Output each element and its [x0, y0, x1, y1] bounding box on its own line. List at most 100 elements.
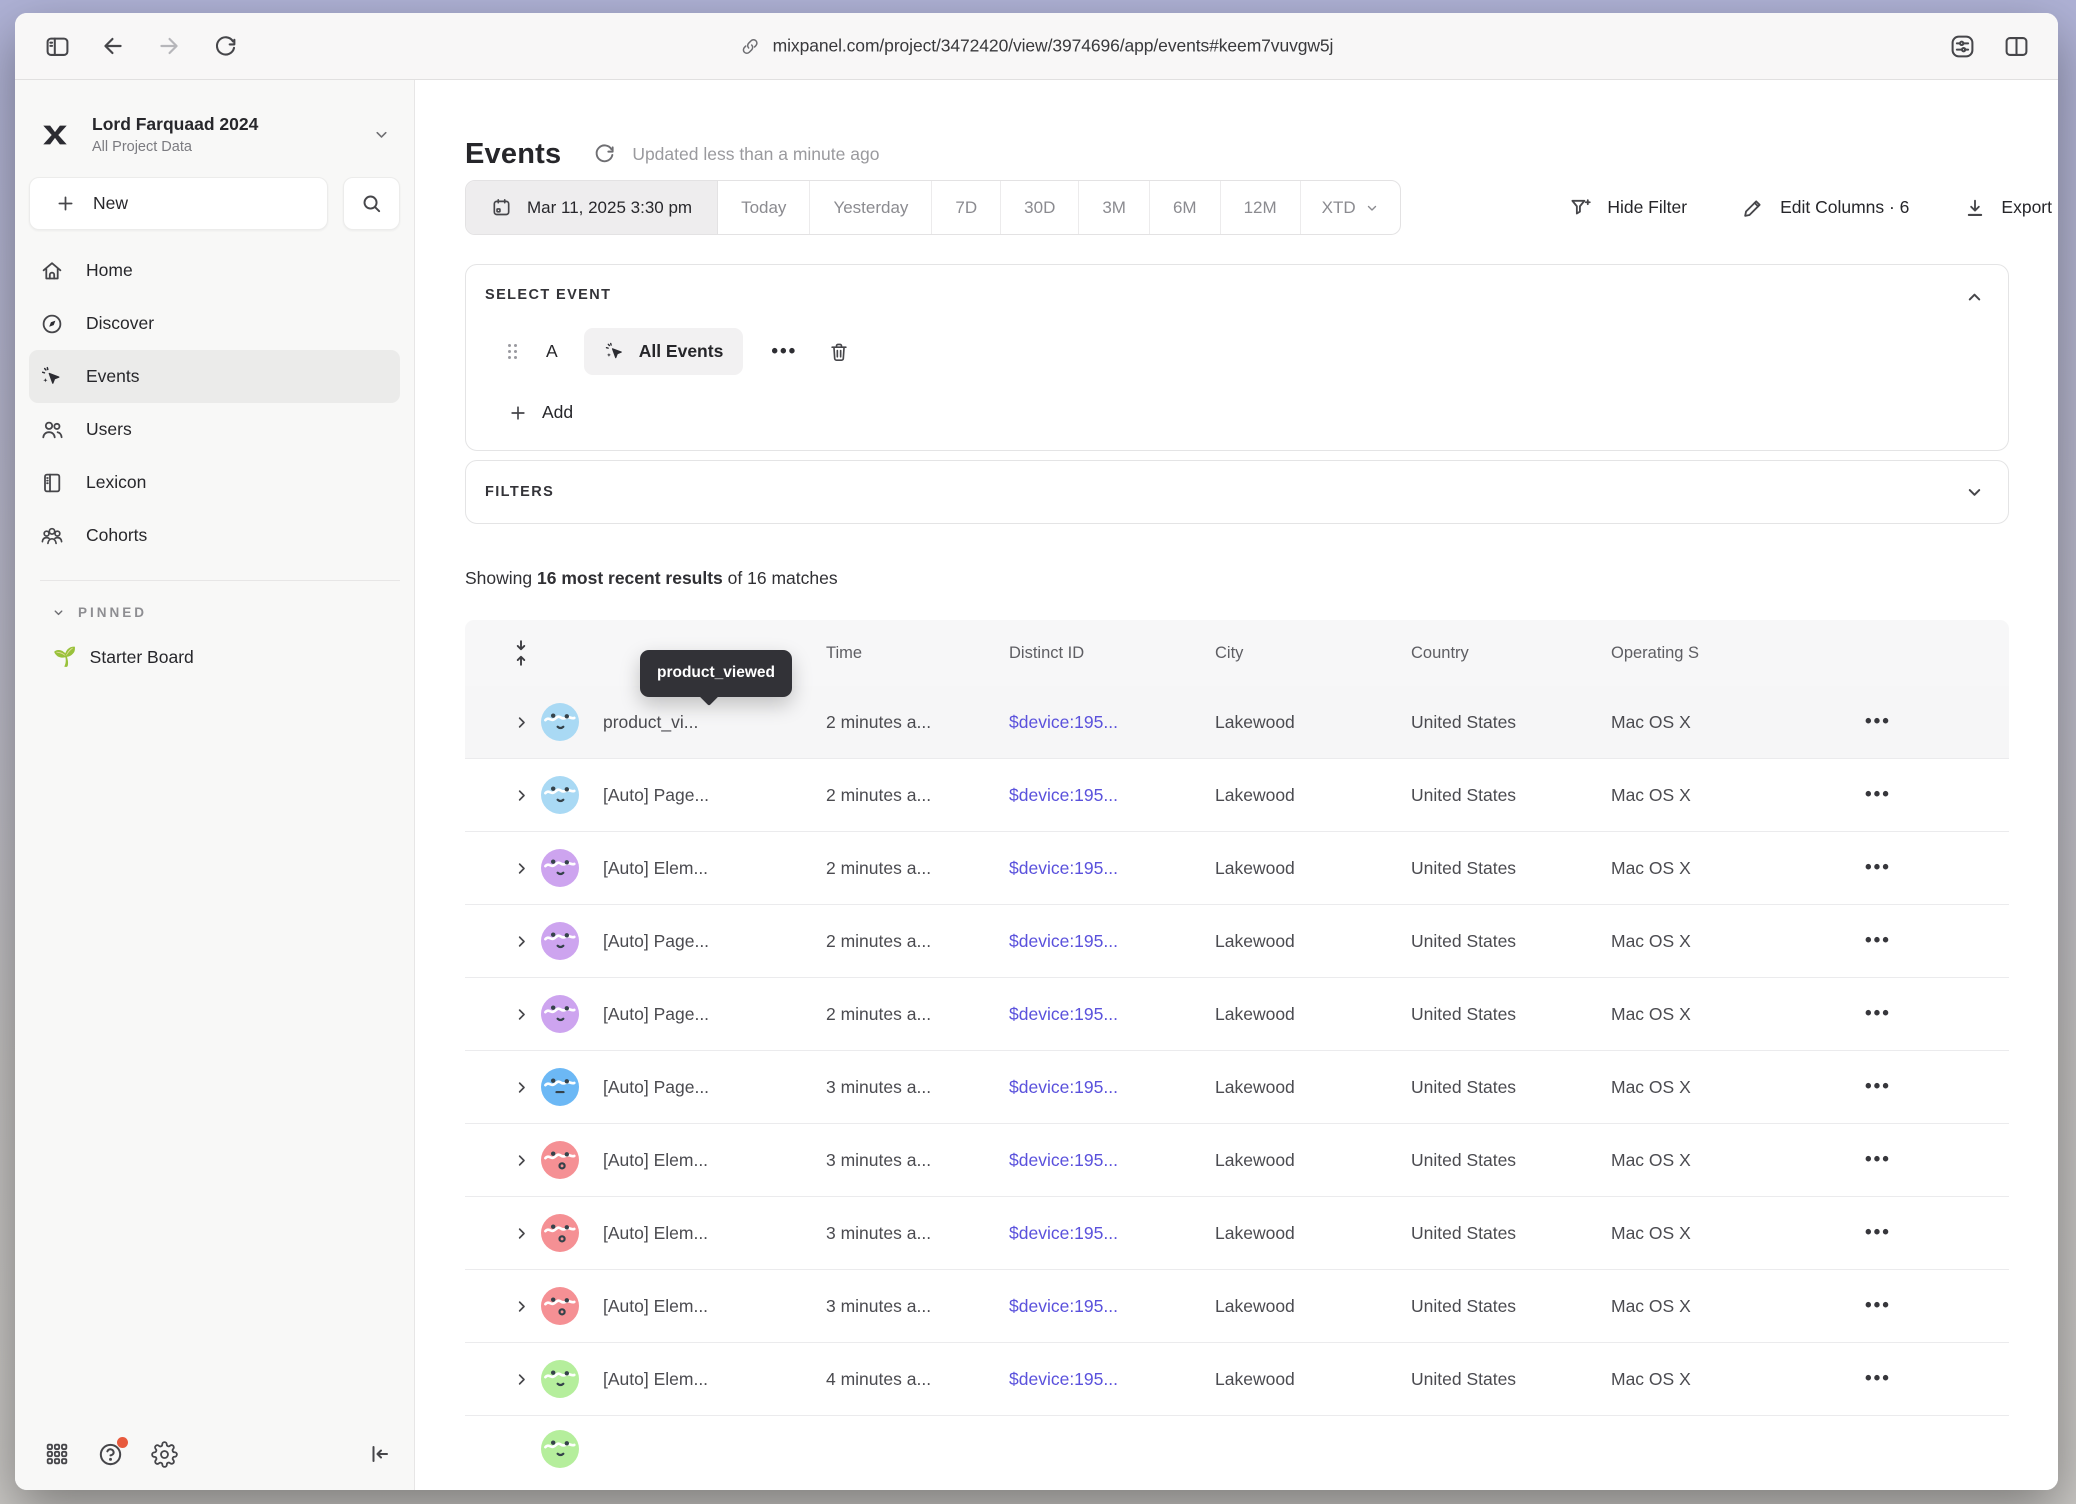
table-row[interactable]: [Auto] Page...2 minutes a...$device:195.… [465, 978, 2009, 1051]
edit-columns-button[interactable]: Edit Columns · 6 [1742, 196, 1909, 219]
row-actions-button[interactable]: ••• [1833, 930, 2009, 952]
split-view-icon[interactable] [2000, 30, 2032, 62]
row-expand-chevron[interactable] [501, 1372, 541, 1387]
table-row[interactable]: [Auto] Elem...3 minutes a...$device:195.… [465, 1270, 2009, 1343]
preset-3m[interactable]: 3M [1079, 181, 1150, 234]
preset-today[interactable]: Today [718, 181, 810, 234]
city-cell: Lakewood [1215, 1077, 1411, 1098]
distinct-id-link[interactable]: $device:195... [1009, 1150, 1215, 1171]
distinct-id-link[interactable]: $device:195... [1009, 1296, 1215, 1317]
event-name-cell: [Auto] Page... [603, 1077, 826, 1098]
column-header-operating-s[interactable]: Operating S [1611, 644, 1833, 663]
row-actions-button[interactable]: ••• [1833, 857, 2009, 879]
distinct-id-link[interactable]: $device:195... [1009, 931, 1215, 952]
delete-event-icon[interactable] [828, 341, 850, 363]
distinct-id-link[interactable]: $device:195... [1009, 858, 1215, 879]
drag-handle-icon[interactable] [506, 342, 519, 361]
column-header-time[interactable]: Time [826, 644, 1009, 663]
country-cell: United States [1411, 931, 1611, 952]
event-selector-chip[interactable]: All Events [584, 328, 744, 375]
column-header-country[interactable]: Country [1411, 644, 1611, 663]
sidebar-item-home[interactable]: Home [29, 244, 400, 297]
date-picker-button[interactable]: Mar 11, 2025 3:30 pm [466, 181, 718, 234]
row-actions-button[interactable]: ••• [1833, 1222, 2009, 1244]
table-row[interactable]: [Auto] Page...2 minutes a...$device:195.… [465, 759, 2009, 832]
table-row[interactable]: [Auto] Elem...4 minutes a...$device:195.… [465, 1343, 2009, 1416]
row-expand-chevron[interactable] [501, 1007, 541, 1022]
distinct-id-link[interactable]: $device:195... [1009, 785, 1215, 806]
table-row[interactable]: [Auto] Page...3 minutes a...$device:195.… [465, 1051, 2009, 1124]
hide-filter-button[interactable]: Hide Filter [1569, 196, 1687, 219]
row-expand-chevron[interactable] [501, 1080, 541, 1095]
row-actions-button[interactable]: ••• [1833, 1149, 2009, 1171]
city-cell: Lakewood [1215, 1150, 1411, 1171]
row-expand-chevron[interactable] [501, 1299, 541, 1314]
preset-6m[interactable]: 6M [1150, 181, 1221, 234]
row-actions-button[interactable]: ••• [1833, 1368, 2009, 1390]
distinct-id-link[interactable]: $device:195... [1009, 1223, 1215, 1244]
refresh-icon[interactable] [209, 30, 241, 62]
row-actions-button[interactable]: ••• [1833, 784, 2009, 806]
sidebar-item-users[interactable]: Users [29, 403, 400, 456]
sidebar-toggle-icon[interactable] [41, 30, 73, 62]
event-avatar [541, 1141, 579, 1179]
row-actions-button[interactable]: ••• [1833, 711, 2009, 733]
add-event-button[interactable]: Add [508, 402, 618, 423]
help-icon[interactable] [97, 1441, 124, 1468]
collapse-sidebar-icon[interactable] [368, 1442, 392, 1466]
column-header-city[interactable]: City [1215, 644, 1411, 663]
preset-yesterday[interactable]: Yesterday [810, 181, 932, 234]
event-more-options-icon[interactable]: ••• [771, 341, 797, 363]
event-avatar [541, 776, 579, 814]
export-button[interactable]: Export [1964, 197, 2052, 219]
new-button[interactable]: New [29, 177, 328, 230]
column-header-distinct-id[interactable]: Distinct ID [1009, 644, 1215, 663]
row-actions-button[interactable]: ••• [1833, 1003, 2009, 1025]
country-cell: United States [1411, 858, 1611, 879]
row-expand-chevron[interactable] [501, 788, 541, 803]
distinct-id-link[interactable]: $device:195... [1009, 712, 1215, 733]
preset-7d[interactable]: 7D [932, 181, 1001, 234]
sidebar-item-lexicon[interactable]: Lexicon [29, 456, 400, 509]
collapse-panel-icon[interactable] [1965, 288, 1984, 307]
distinct-id-link[interactable]: $device:195... [1009, 1004, 1215, 1025]
sidebar-item-discover[interactable]: Discover [29, 297, 400, 350]
row-expand-chevron[interactable] [501, 715, 541, 730]
project-switcher[interactable]: Lord Farquaad 2024 All Project Data [15, 80, 414, 155]
table-row-partial[interactable] [465, 1416, 2009, 1489]
refresh-results-icon[interactable] [593, 143, 616, 166]
row-expand-chevron[interactable] [501, 861, 541, 876]
distinct-id-link[interactable]: $device:195... [1009, 1077, 1215, 1098]
url-text: mixpanel.com/project/3472420/view/397469… [773, 36, 1334, 57]
distinct-id-link[interactable]: $device:195... [1009, 1369, 1215, 1390]
preset-12m[interactable]: 12M [1221, 181, 1301, 234]
forward-icon[interactable] [153, 30, 185, 62]
row-actions-button[interactable]: ••• [1833, 1076, 2009, 1098]
project-name: Lord Farquaad 2024 [92, 114, 373, 135]
settings-gear-icon[interactable] [151, 1441, 178, 1468]
row-expand-chevron[interactable] [501, 1226, 541, 1241]
expand-panel-icon[interactable] [1965, 483, 1984, 502]
table-row[interactable]: [Auto] Page...2 minutes a...$device:195.… [465, 905, 2009, 978]
page-settings-icon[interactable] [1946, 30, 1978, 62]
preset-xtd[interactable]: XTD [1301, 181, 1400, 234]
apps-grid-icon[interactable] [44, 1441, 70, 1467]
table-row[interactable]: [Auto] Elem...3 minutes a...$device:195.… [465, 1197, 2009, 1270]
pinned-section-header[interactable]: PINNED [52, 605, 414, 620]
time-cell: 2 minutes a... [826, 785, 1009, 806]
os-cell: Mac OS X [1611, 1296, 1833, 1317]
url-bar[interactable]: mixpanel.com/project/3472420/view/397469… [740, 36, 1334, 57]
table-row[interactable]: [Auto] Elem...3 minutes a...$device:195.… [465, 1124, 2009, 1197]
search-button[interactable] [343, 177, 400, 230]
sidebar-item-events[interactable]: Events [29, 350, 400, 403]
row-expand-chevron[interactable] [501, 934, 541, 949]
table-row[interactable]: [Auto] Elem...2 minutes a...$device:195.… [465, 832, 2009, 905]
row-actions-button[interactable]: ••• [1833, 1295, 2009, 1317]
sidebar-item-starter-board[interactable]: 🌱 Starter Board [53, 647, 414, 668]
row-expand-chevron[interactable] [501, 1153, 541, 1168]
preset-30d[interactable]: 30D [1001, 181, 1079, 234]
expand-all-rows-icon[interactable] [501, 638, 541, 668]
sidebar-item-cohorts[interactable]: Cohorts [29, 509, 400, 562]
back-icon[interactable] [97, 30, 129, 62]
city-cell: Lakewood [1215, 1296, 1411, 1317]
